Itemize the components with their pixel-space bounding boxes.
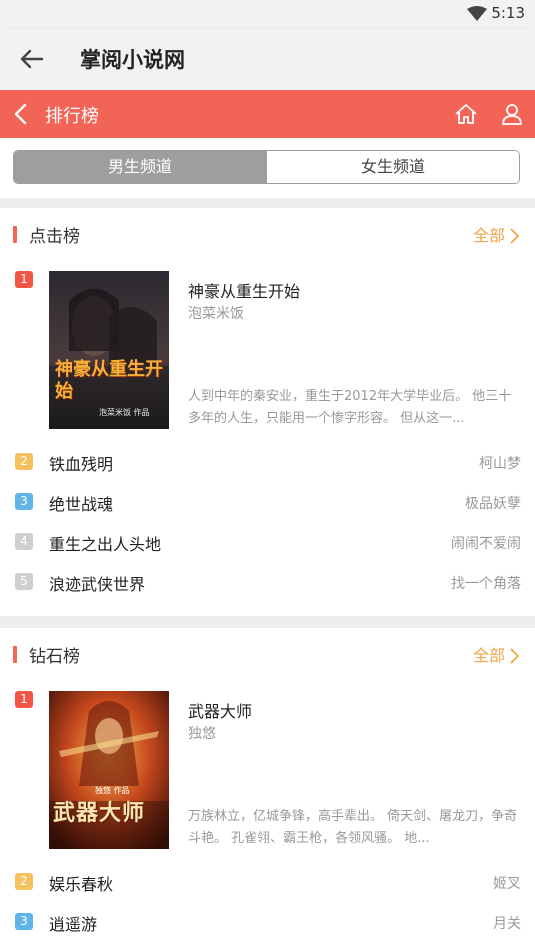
book-cover: 神豪从重生开始 泡菜米饭 作品 — [49, 271, 169, 429]
ranking-nav-bar: 排行榜 — [0, 90, 535, 138]
book-title: 逍遥游 — [49, 915, 98, 934]
book-author: 独悠 — [188, 726, 216, 742]
featured-book[interactable]: 1 武器大师 独悠 作品 武器大师 独悠 万族林立，亿城争锋，高手辈出。 倚天剑… — [0, 690, 535, 856]
chevron-left-icon[interactable] — [12, 103, 30, 125]
book-author: 泡菜米饭 — [188, 306, 244, 322]
list-item[interactable]: 4 重生之出人头地 闹闹不爱闹 — [0, 522, 535, 562]
rank-badge: 2 — [15, 453, 33, 470]
tab-male-channel[interactable]: 男生频道 — [14, 151, 266, 183]
book-title: 浪迹武侠世界 — [49, 575, 146, 594]
rank-badge: 4 — [15, 533, 33, 550]
app-title: 掌阅小说网 — [80, 48, 185, 72]
book-author: 月关 — [493, 916, 521, 932]
rank-badge: 3 — [15, 493, 33, 510]
ranking-section-clicks: 点击榜 全部 1 神豪从重生开始 泡菜米饭 作品 神豪从重生开始 泡菜米饭 人到… — [0, 208, 535, 616]
list-item[interactable]: 2 铁血残明 柯山梦 — [0, 442, 535, 482]
book-title: 重生之出人头地 — [49, 535, 162, 554]
rank-badge: 1 — [15, 691, 33, 708]
user-icon[interactable] — [500, 102, 524, 126]
rank-badge: 2 — [15, 873, 33, 890]
rank-badge: 1 — [15, 271, 33, 288]
section-header: 钻石榜 全部 — [0, 628, 535, 680]
section-accent-bar — [13, 646, 17, 663]
book-title: 绝世战魂 — [49, 495, 114, 514]
book-author: 闹闹不爱闹 — [451, 536, 521, 552]
view-all-link[interactable]: 全部 — [473, 642, 521, 666]
status-time: 5:13 — [491, 4, 525, 22]
cover-author: 泡菜米饭 作品 — [99, 408, 150, 417]
rank-badge: 5 — [15, 573, 33, 590]
section-title: 钻石榜 — [29, 647, 80, 667]
arrow-left-icon[interactable] — [18, 46, 46, 72]
list-item[interactable]: 5 浪迹武侠世界 找一个角落 — [0, 562, 535, 602]
section-header: 点击榜 全部 — [0, 208, 535, 260]
ranking-section-diamond: 钻石榜 全部 1 武器大师 独悠 作品 武器大师 独悠 万族林立，亿城争锋，高手… — [0, 628, 535, 951]
book-author: 姬叉 — [493, 876, 521, 892]
section-title: 点击榜 — [29, 227, 80, 247]
book-title: 娱乐春秋 — [49, 875, 114, 894]
view-all-link[interactable]: 全部 — [473, 222, 521, 246]
section-accent-bar — [13, 226, 17, 243]
book-description: 人到中年的秦安业，重生于2012年大学毕业后。 他三十多年的人生，只能用一个惨字… — [188, 389, 512, 426]
book-cover: 武器大师 独悠 作品 — [49, 691, 169, 849]
page-title: 排行榜 — [45, 106, 99, 127]
list-item[interactable]: 3 绝世战魂 极品妖孽 — [0, 482, 535, 522]
book-author: 柯山梦 — [479, 456, 521, 472]
book-title: 神豪从重生开始 — [188, 282, 301, 301]
chevron-right-icon — [510, 228, 520, 244]
cover-title: 神豪从重生开始 — [55, 359, 163, 402]
book-title: 武器大师 — [188, 702, 253, 721]
book-author: 极品妖孽 — [465, 496, 521, 512]
book-description: 万族林立，亿城争锋，高手辈出。 倚天剑、屠龙刀，争奇斗艳。 孔雀翎、霸王枪，各领… — [188, 809, 518, 846]
channel-tabs-area: 男生频道 女生频道 — [0, 138, 535, 198]
channel-tabs: 男生频道 女生频道 — [13, 150, 520, 184]
wifi-icon — [467, 6, 487, 21]
list-item[interactable]: 3 逍遥游 月关 — [0, 902, 535, 942]
book-author: 找一个角落 — [451, 576, 521, 592]
rank-badge: 3 — [15, 913, 33, 930]
view-all-label: 全部 — [472, 646, 505, 665]
chevron-right-icon — [510, 648, 520, 664]
cover-author: 独悠 作品 — [95, 786, 130, 795]
home-icon[interactable] — [454, 102, 478, 126]
list-item[interactable]: 2 娱乐春秋 姬叉 — [0, 862, 535, 902]
featured-book[interactable]: 1 神豪从重生开始 泡菜米饭 作品 神豪从重生开始 泡菜米饭 人到中年的秦安业，… — [0, 270, 535, 436]
book-title: 铁血残明 — [49, 455, 114, 474]
app-bar: 掌阅小说网 — [0, 28, 535, 90]
cover-title: 武器大师 — [53, 801, 146, 826]
status-bar: 5:13 — [0, 0, 535, 28]
tab-female-channel[interactable]: 女生频道 — [266, 151, 519, 183]
view-all-label: 全部 — [472, 226, 505, 245]
